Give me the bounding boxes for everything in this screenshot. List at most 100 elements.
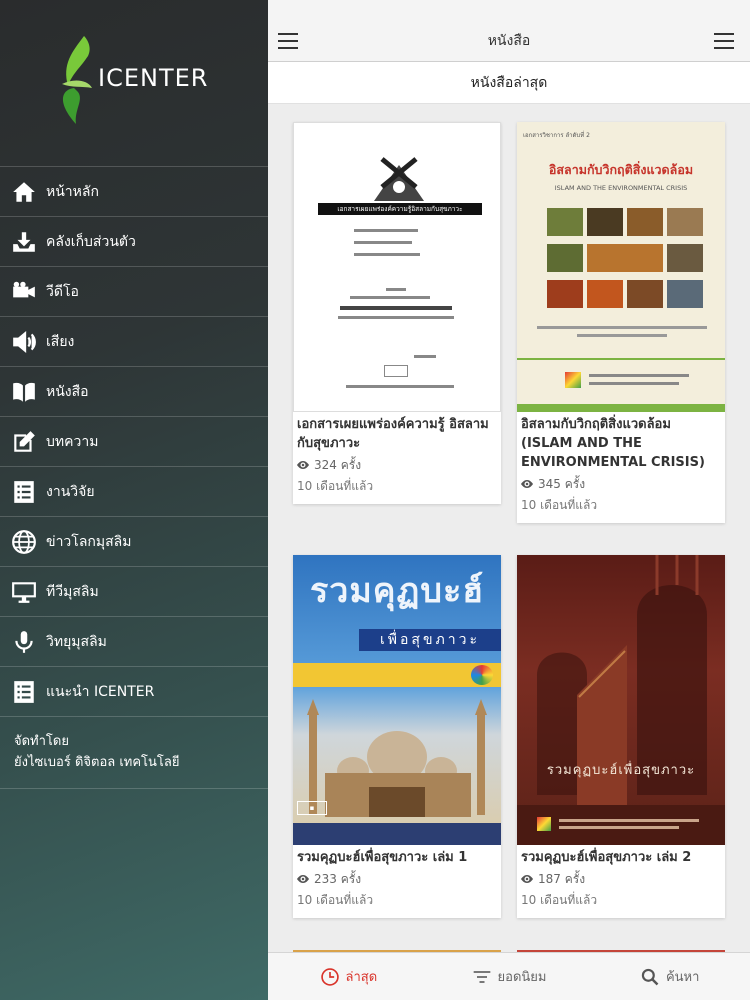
sidebar-item-label: วีดีโอ <box>46 283 79 300</box>
book-title[interactable]: รวมคุฏบะฮ์เพื่อสุขภาวะ เล่ม 1 <box>297 848 497 867</box>
tab-label: ล่าสุด <box>345 970 378 985</box>
book-title[interactable]: อิสลามกับวิกฤติสิ่งแวดล้อม (ISLAM AND TH… <box>521 415 721 472</box>
options-menu-icon[interactable] <box>714 33 734 49</box>
sidebar-item-research[interactable]: งานวิจัย <box>0 467 268 517</box>
cover-text-line <box>338 316 454 319</box>
globe-icon <box>10 528 38 556</box>
main-panel: หนังสือ หนังสือล่าสุด เอกสารเผยแพร่องค์ค… <box>268 0 750 1000</box>
cover-photo <box>587 280 623 308</box>
sidebar-item-about-icenter[interactable]: แนะนำ ICENTER <box>0 667 268 717</box>
sidebar-item-articles[interactable]: บทความ <box>0 417 268 467</box>
sidebar-item-muslim-radio[interactable]: วิทยุมุสลิม <box>0 617 268 667</box>
tab-label: ยอดนิยม <box>497 970 547 985</box>
sidebar-item-label: แนะนำ ICENTER <box>46 683 155 700</box>
cover-small-logo <box>471 665 493 685</box>
cover-series-text: เอกสารวิชาการ ลำดับที่ 2 <box>523 132 590 139</box>
leaf-logo-icon <box>62 35 92 124</box>
sidebar-menu: หน้าหลัก คลังเก็บส่วนตัว วีดีโอ เสียง หน… <box>0 166 268 789</box>
speaker-icon <box>10 328 38 356</box>
cover-photo <box>547 208 583 236</box>
tab-popular[interactable]: ยอดนิยม <box>429 953 590 1000</box>
book-cover-image[interactable]: เอกสารวิชาการ ลำดับที่ 2 อิสลามกับวิกฤติ… <box>517 122 725 412</box>
download-tray-icon <box>10 228 38 256</box>
cover-photo <box>667 208 703 236</box>
sidebar: ICENTER หน้าหลัก คลังเก็บส่วนตัว วีดีโอ … <box>0 0 268 1000</box>
clock-icon <box>320 967 339 986</box>
sidebar-item-personal-storage[interactable]: คลังเก็บส่วนตัว <box>0 217 268 267</box>
cover-text-line <box>559 819 699 822</box>
tab-latest[interactable]: ล่าสุด <box>268 953 429 1000</box>
cover-footer-band <box>517 404 725 412</box>
cover-photo <box>587 244 663 272</box>
cover-text-line <box>577 334 667 337</box>
cover-text-line <box>354 241 412 244</box>
cover-text-line <box>589 374 689 377</box>
book-cover-image[interactable]: เอกสารเผยแพร่องค์ความรู้อิสลามกับสุขภาวะ <box>293 122 501 412</box>
book-card[interactable]: เอกสารวิชาการ ลำดับที่ 2 อิสลามกับวิกฤติ… <box>517 122 725 523</box>
tab-search[interactable]: ค้นหา <box>589 953 750 1000</box>
book-card[interactable]: รวมคุฏบะฮ์เพื่อสุขภาวะ รวมคุฏบะฮ์เพื่อสุ… <box>517 555 725 918</box>
cover-text-line <box>354 253 420 256</box>
cover-text-line <box>354 229 418 232</box>
sidebar-item-label: หน้าหลัก <box>46 183 99 200</box>
sidebar-item-muslim-tv[interactable]: ทีวีมุสลิม <box>0 567 268 617</box>
cover-text-line <box>559 826 679 829</box>
sidebar-item-video[interactable]: วีดีโอ <box>0 267 268 317</box>
section-title: หนังสือล่าสุด <box>268 62 750 104</box>
edit-note-icon <box>10 428 38 456</box>
mosque-illustration <box>307 699 487 817</box>
view-count: 324 ครั้ง <box>297 455 497 475</box>
published-time: 10 เดือนที่แล้ว <box>297 893 374 907</box>
top-bar: หนังสือ <box>268 0 750 62</box>
cover-text-line <box>340 306 452 310</box>
sidebar-item-label: คลังเก็บส่วนตัว <box>46 233 136 250</box>
sidebar-item-muslim-news[interactable]: ข่าวโลกมุสลิม <box>0 517 268 567</box>
cover-text-line <box>386 288 406 291</box>
published-time: 10 เดือนที่แล้ว <box>521 498 598 512</box>
book-icon <box>10 378 38 406</box>
credit-line: จัดทำโดย <box>14 734 69 749</box>
sidebar-item-label: งานวิจัย <box>46 483 95 500</box>
book-title[interactable]: รวมคุฏบะฮ์เพื่อสุขภาวะ เล่ม 2 <box>521 848 721 867</box>
eye-icon <box>297 875 309 883</box>
cover-yellow-band <box>293 663 501 687</box>
sidebar-item-audio[interactable]: เสียง <box>0 317 268 367</box>
logo-text: ICENTER <box>98 63 209 92</box>
published-time: 10 เดือนที่แล้ว <box>521 893 598 907</box>
sidebar-item-home[interactable]: หน้าหลัก <box>0 167 268 217</box>
book-cover-image[interactable]: รวมคุฏบะฮ์ เพื่อสุขภาวะ ▪ <box>293 555 501 845</box>
cover-subtitle-text: ISLAM AND THE ENVIRONMENTAL CRISIS <box>554 184 688 192</box>
eye-icon <box>521 875 533 883</box>
eye-icon <box>521 480 533 488</box>
bottom-tab-bar: ล่าสุด ยอดนิยม ค้นหา <box>268 952 750 1000</box>
app-logo[interactable]: ICENTER <box>54 32 224 127</box>
cover-photo <box>547 244 583 272</box>
microphone-icon <box>10 628 38 656</box>
view-count: 233 ครั้ง <box>297 869 497 889</box>
book-card[interactable]: เอกสารเผยแพร่องค์ความรู้อิสลามกับสุขภาวะ… <box>293 122 501 504</box>
book-card[interactable]: รวมคุฏบะฮ์ เพื่อสุขภาวะ ▪ รวมคุฏบะฮ์เพื่… <box>293 555 501 918</box>
tab-label: ค้นหา <box>665 970 700 985</box>
credit-block: จัดทำโดย ยังไซเบอร์ ดิจิตอล เทคโนโลยี <box>0 717 268 789</box>
view-count-text: 324 ครั้ง <box>314 458 362 472</box>
mosque-interior-illustration <box>517 555 725 845</box>
book-title[interactable]: เอกสารเผยแพร่องค์ความรู้ อิสลามกับสุขภาว… <box>297 415 497 453</box>
eye-icon <box>297 461 309 469</box>
cover-volume-badge: ▪ <box>297 801 327 815</box>
cover-text-line <box>414 355 436 358</box>
book-cover-image[interactable]: รวมคุฏบะฮ์เพื่อสุขภาวะ <box>517 555 725 845</box>
sidebar-item-label: หนังสือ <box>46 383 89 400</box>
cover-photo <box>667 244 703 272</box>
cover-photo <box>547 280 583 308</box>
sidebar-item-books[interactable]: หนังสือ <box>0 367 268 417</box>
cover-text-line <box>589 382 679 385</box>
cover-heading-text: เอกสารเผยแพร่องค์ความรู้อิสลามกับสุขภาวะ <box>337 205 463 213</box>
cover-small-logo <box>565 372 581 388</box>
cover-logo-icon <box>374 157 424 201</box>
view-count-text: 187 ครั้ง <box>538 872 586 886</box>
cover-footer-band <box>293 823 501 845</box>
cover-subtitle-text: เพื่อสุขภาวะ <box>379 632 480 648</box>
credit-line: ยังไซเบอร์ ดิจิตอล เทคโนโลยี <box>14 755 180 770</box>
cover-title-text: อิสลามกับวิกฤติสิ่งแวดล้อม <box>548 162 694 177</box>
video-camera-icon <box>10 278 38 306</box>
